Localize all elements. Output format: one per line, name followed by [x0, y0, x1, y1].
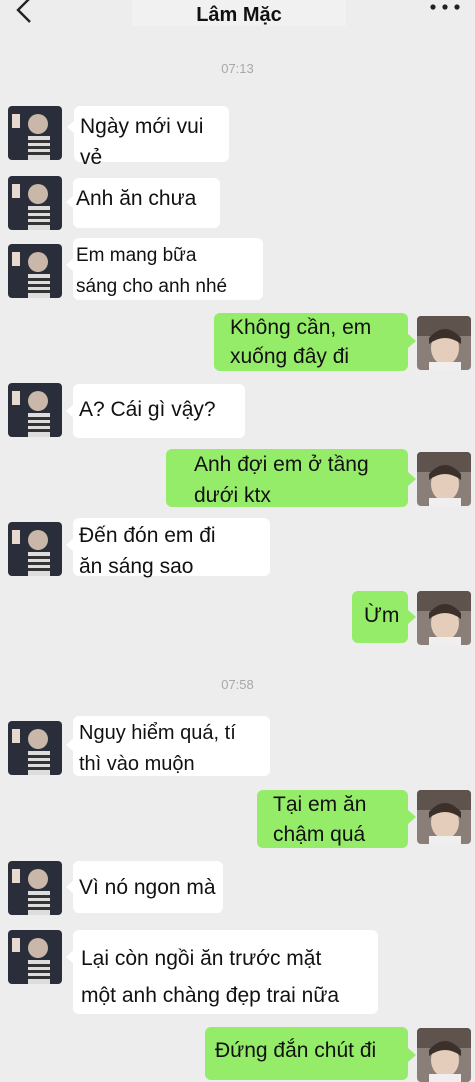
contact-avatar[interactable] — [8, 244, 62, 298]
contact-avatar[interactable] — [8, 383, 62, 437]
message-text: Em mang bữa sáng cho anh nhé — [76, 245, 228, 297]
user-avatar[interactable] — [417, 1028, 471, 1082]
message-bubble-outgoing: Tại em ăn chậm quá — [257, 790, 408, 848]
more-dots-icon[interactable] — [428, 2, 462, 12]
message-text: Ngày mới vui vẻ — [80, 115, 204, 169]
message-bubble-outgoing: Đứng đắn chút đi — [205, 1027, 408, 1080]
message-bubble-incoming: Em mang bữa sáng cho anh nhé — [73, 238, 263, 300]
message-text: Nguy hiểm quá, tí thì vào muộn — [79, 722, 236, 775]
chat-title: Lâm Mặc — [196, 4, 282, 26]
message-bubble-outgoing: Anh đợi em ở tầng dưới ktx — [166, 449, 408, 507]
message-text: Vì nó ngon mà — [79, 876, 216, 899]
bubble-tail — [408, 472, 416, 486]
chat-header: Lâm Mặc — [0, 0, 475, 38]
message-text: Lại còn ngồi ăn trước mặt một anh chàng … — [81, 947, 340, 1007]
message-bubble-incoming: Ngày mới vui vẻ — [74, 106, 229, 169]
contact-avatar[interactable] — [8, 522, 62, 576]
contact-avatar[interactable] — [8, 930, 62, 984]
message-text: Anh ăn chưa — [76, 187, 197, 210]
message-bubble-outgoing: Không cần, em xuống đây đi — [214, 313, 408, 371]
message-bubble-incoming: Nguy hiểm quá, tí thì vào muộn — [73, 716, 270, 776]
user-avatar[interactable] — [417, 790, 471, 844]
message-text: Đến đón em đi ăn sáng sao — [79, 524, 216, 578]
contact-avatar[interactable] — [8, 861, 62, 915]
message-bubble-outgoing: Ừm — [352, 591, 408, 643]
contact-avatar[interactable] — [8, 721, 62, 775]
title-area: Lâm Mặc — [132, 0, 346, 26]
message-bubble-incoming: A? Cái gì vậy? — [73, 384, 245, 438]
timestamp: 07:13 — [221, 61, 254, 76]
message-text: Tại em ăn chậm quá — [273, 793, 367, 846]
message-bubble-incoming: Đến đón em đi ăn sáng sao — [73, 518, 270, 578]
bubble-tail — [408, 810, 416, 824]
user-avatar[interactable] — [417, 591, 471, 645]
bubble-tail — [408, 610, 416, 624]
message-text: Không cần, em xuống đây đi — [230, 316, 372, 368]
bubble-tail — [408, 334, 416, 348]
bubble-tail — [408, 1048, 416, 1062]
chevron-left-icon[interactable] — [10, 0, 36, 26]
message-text: A? Cái gì vậy? — [79, 398, 216, 421]
user-avatar[interactable] — [417, 452, 471, 506]
message-text: Ừm — [364, 604, 400, 627]
message-text: Đứng đắn chút đi — [215, 1039, 377, 1062]
message-bubble-incoming: Vì nó ngon mà — [73, 861, 223, 913]
contact-avatar[interactable] — [8, 176, 62, 230]
timestamp: 07:58 — [221, 677, 254, 692]
user-avatar[interactable] — [417, 316, 471, 370]
contact-avatar[interactable] — [8, 106, 62, 160]
message-bubble-incoming: Lại còn ngồi ăn trước mặt một anh chàng … — [73, 930, 378, 1014]
message-text: Anh đợi em ở tầng dưới ktx — [194, 453, 369, 507]
message-bubble-incoming: Anh ăn chưa — [73, 178, 220, 228]
